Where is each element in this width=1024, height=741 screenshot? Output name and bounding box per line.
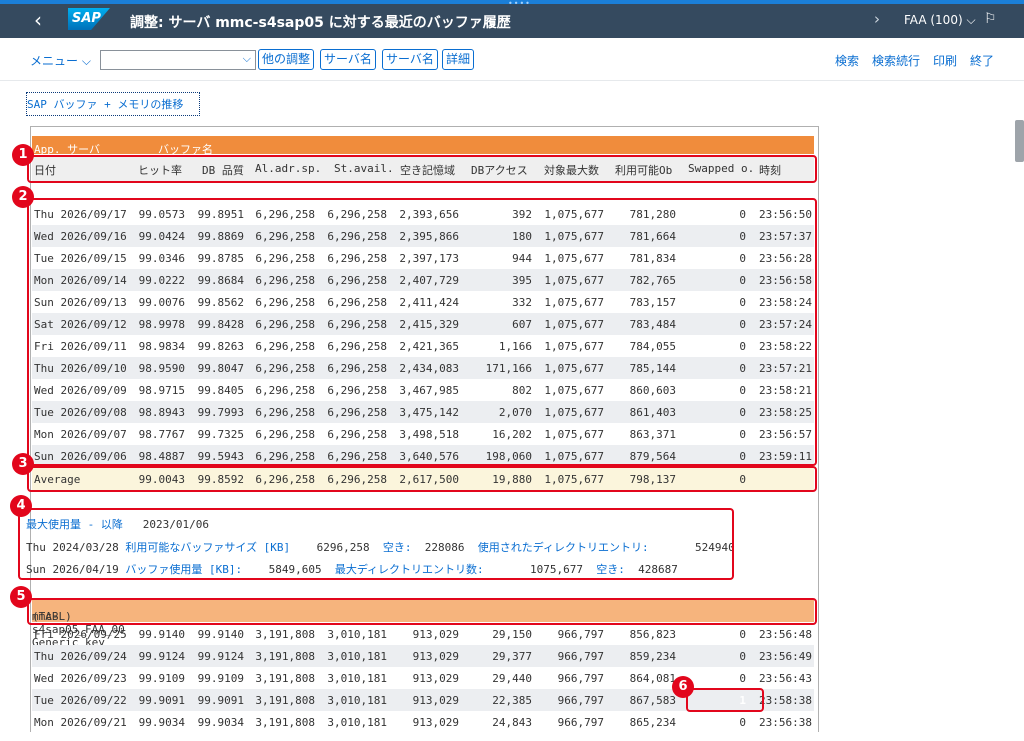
sap-logo: SAP — [68, 8, 110, 30]
page-title: 調整: サーバ mmc-s4sap05 に対する最近のバッファ履歴 — [130, 15, 511, 31]
client-selector[interactable]: FAA (100) ⌵ — [904, 13, 976, 28]
table-row: Fri 2026/09/25 99.9140 99.9140 3,191,808 3,0… — [34, 628, 812, 641]
search-next-link[interactable]: 検索続行 — [872, 52, 920, 69]
highlight-box-swapped — [686, 688, 764, 712]
table-row: Wed 2026/09/23 99.9109 99.9109 3,191,808 3,0… — [34, 672, 812, 685]
shell-bar: ‹ SAP 調整: サーバ mmc-s4sap05 に対する最近のバッファ履歴 … — [0, 4, 1024, 38]
highlight-box-average — [27, 466, 817, 492]
toolbar: メニュー ⌵ ⌵ 他の調整 サーバ名 サーバ名 詳細 検索 検索続行 印刷 終了 — [0, 38, 1024, 81]
chevron-right-icon[interactable]: › — [874, 10, 880, 28]
print-link[interactable]: 印刷 — [933, 52, 957, 69]
highlight-box-info — [18, 508, 734, 580]
details-button[interactable]: 詳細 — [442, 49, 475, 70]
annotation-badge-5: 5 — [10, 586, 32, 608]
menu-button[interactable]: メニュー ⌵ — [30, 52, 91, 69]
annotation-badge-2: 2 — [12, 186, 34, 208]
buffer-memory-history-link[interactable]: SAP バッファ + メモリの推移 — [26, 92, 201, 116]
highlight-box-columns — [27, 155, 817, 183]
table-row: Thu 2026/09/24 99.9124 99.9124 3,191,808 3,0… — [32, 645, 814, 667]
vertical-scrollbar[interactable] — [1015, 120, 1024, 162]
search-link[interactable]: 検索 — [835, 52, 859, 69]
annotation-badge-1: 1 — [12, 144, 34, 166]
other-tuning-button[interactable]: 他の調整 — [258, 49, 315, 70]
highlight-box-section — [27, 598, 817, 625]
flag-icon[interactable]: ⚐ — [984, 11, 997, 27]
exit-link[interactable]: 終了 — [970, 52, 994, 69]
back-icon[interactable]: ‹ — [34, 8, 42, 32]
chevron-down-icon[interactable]: ⌵ — [243, 52, 251, 66]
server-name-button-1[interactable]: サーバ名 — [320, 49, 376, 70]
annotation-badge-4: 4 — [10, 495, 32, 517]
table-row: Mon 2026/09/21 99.9034 99.9034 3,191,808 3,0… — [34, 716, 812, 729]
server-name-button-2[interactable]: サーバ名 — [382, 49, 438, 70]
highlight-box-rows — [27, 198, 817, 466]
annotation-badge-3: 3 — [12, 453, 34, 475]
annotation-badge-6: 6 — [672, 676, 694, 698]
table-header-server: App. サーバ バッファ名 — [32, 136, 814, 156]
command-select[interactable]: ⌵ — [100, 50, 256, 70]
